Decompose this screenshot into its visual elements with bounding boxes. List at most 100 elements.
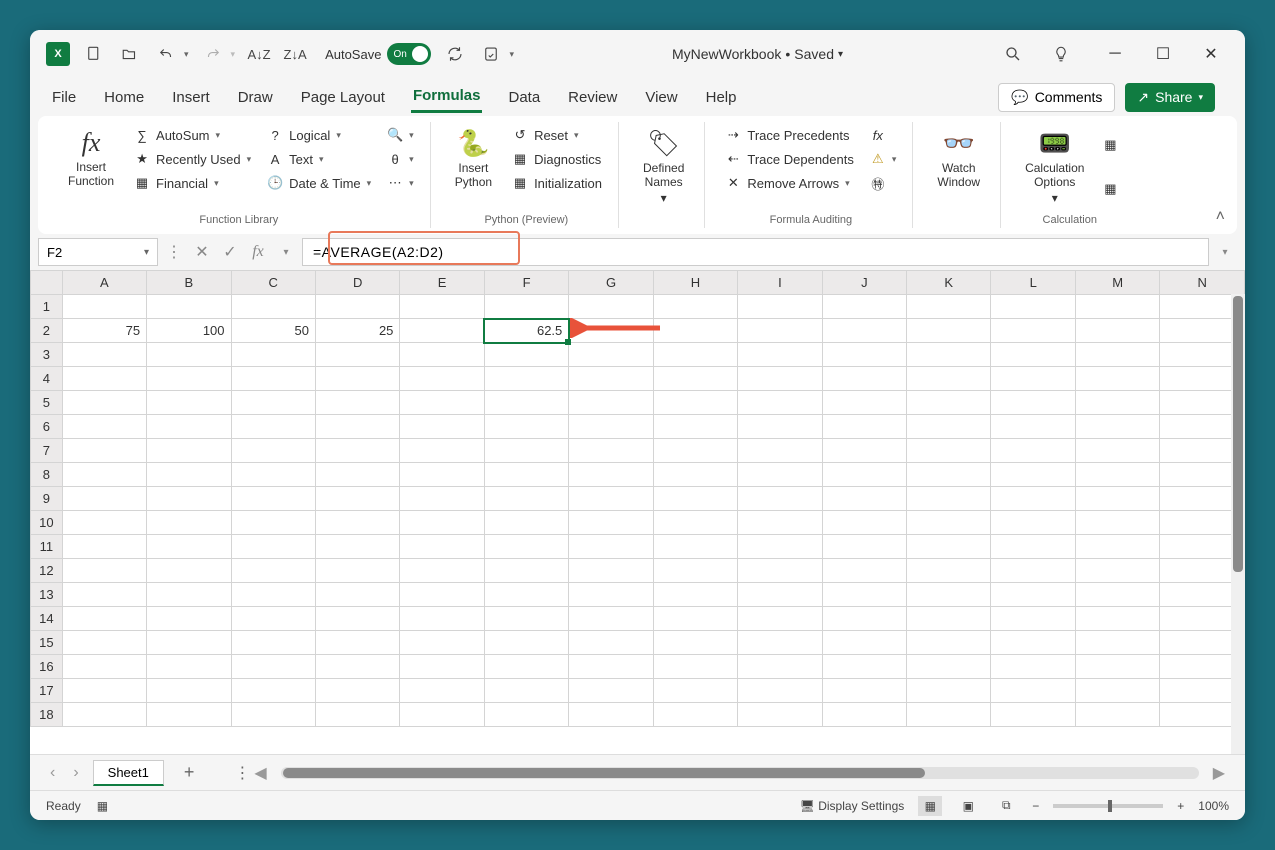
cell-G4[interactable]	[569, 367, 653, 391]
cell-A8[interactable]	[62, 463, 146, 487]
tab-page-layout[interactable]: Page Layout	[299, 83, 387, 112]
cell-D11[interactable]	[315, 535, 399, 559]
cell-B17[interactable]	[147, 679, 231, 703]
more-functions-button[interactable]: ⋯▾	[383, 172, 418, 194]
cell-M5[interactable]	[1075, 391, 1159, 415]
cell-K10[interactable]	[907, 511, 991, 535]
cell-G9[interactable]	[569, 487, 653, 511]
show-formulas-button[interactable]: fx	[866, 124, 901, 146]
financial-button[interactable]: ▦Financial▾	[130, 172, 255, 194]
row-header-3[interactable]: 3	[31, 343, 63, 367]
trace-dependents-button[interactable]: ⇠Trace Dependents	[721, 148, 857, 170]
cell-E3[interactable]	[400, 343, 484, 367]
cell-F16[interactable]	[484, 655, 568, 679]
cell-E16[interactable]	[400, 655, 484, 679]
cell-C3[interactable]	[231, 343, 315, 367]
row-header-9[interactable]: 9	[31, 487, 63, 511]
cell-F7[interactable]	[484, 439, 568, 463]
cell-E8[interactable]	[400, 463, 484, 487]
redo-icon[interactable]	[201, 42, 225, 66]
cell-F5[interactable]	[484, 391, 568, 415]
cell-C12[interactable]	[231, 559, 315, 583]
logical-button[interactable]: ?Logical▾	[263, 124, 375, 146]
cell-M6[interactable]	[1075, 415, 1159, 439]
cell-M4[interactable]	[1075, 367, 1159, 391]
cell-K18[interactable]	[907, 703, 991, 727]
horizontal-scrollbar[interactable]	[281, 767, 1199, 779]
cell-A5[interactable]	[62, 391, 146, 415]
autosave-toggle[interactable]: AutoSave On	[325, 43, 431, 65]
calculation-options-button[interactable]: 📟 Calculation Options▾	[1017, 124, 1092, 210]
cell-B8[interactable]	[147, 463, 231, 487]
cell-L1[interactable]	[991, 295, 1075, 319]
minimize-button[interactable]: ─	[1097, 40, 1133, 68]
cell-B4[interactable]	[147, 367, 231, 391]
new-file-icon[interactable]	[82, 42, 106, 66]
lookup-button[interactable]: 🔍▾	[383, 124, 418, 146]
col-header-G[interactable]: G	[569, 271, 653, 295]
view-normal-icon[interactable]: ▦	[918, 796, 942, 816]
cell-M12[interactable]	[1075, 559, 1159, 583]
row-header-12[interactable]: 12	[31, 559, 63, 583]
cell-L14[interactable]	[991, 607, 1075, 631]
cell-D4[interactable]	[315, 367, 399, 391]
cell-D5[interactable]	[315, 391, 399, 415]
col-header-M[interactable]: M	[1075, 271, 1159, 295]
row-header-18[interactable]: 18	[31, 703, 63, 727]
cell-F2[interactable]: 62.5	[484, 319, 568, 343]
cell-G10[interactable]	[569, 511, 653, 535]
cell-H16[interactable]	[653, 655, 737, 679]
cell-L17[interactable]	[991, 679, 1075, 703]
refresh-icon[interactable]	[443, 42, 467, 66]
cell-H15[interactable]	[653, 631, 737, 655]
cell-L8[interactable]	[991, 463, 1075, 487]
cell-B14[interactable]	[147, 607, 231, 631]
cell-C9[interactable]	[231, 487, 315, 511]
cell-L13[interactable]	[991, 583, 1075, 607]
cell-C6[interactable]	[231, 415, 315, 439]
cell-H12[interactable]	[653, 559, 737, 583]
cell-D15[interactable]	[315, 631, 399, 655]
sheet-prev-icon[interactable]: ‹	[46, 764, 59, 782]
cell-D8[interactable]	[315, 463, 399, 487]
tab-file[interactable]: File	[50, 83, 78, 112]
cell-C17[interactable]	[231, 679, 315, 703]
cell-H6[interactable]	[653, 415, 737, 439]
cell-I18[interactable]	[738, 703, 822, 727]
cell-I10[interactable]	[738, 511, 822, 535]
row-header-15[interactable]: 15	[31, 631, 63, 655]
row-header-11[interactable]: 11	[31, 535, 63, 559]
cell-E7[interactable]	[400, 439, 484, 463]
cell-M13[interactable]	[1075, 583, 1159, 607]
cell-G1[interactable]	[569, 295, 653, 319]
fx-dropdown-icon[interactable]: ▾	[274, 240, 298, 264]
cell-B18[interactable]	[147, 703, 231, 727]
math-button[interactable]: θ▾	[383, 148, 418, 170]
cell-K13[interactable]	[907, 583, 991, 607]
cell-A11[interactable]	[62, 535, 146, 559]
cell-J14[interactable]	[822, 607, 906, 631]
cell-B12[interactable]	[147, 559, 231, 583]
cell-B10[interactable]	[147, 511, 231, 535]
diagnostics-button[interactable]: ▦Diagnostics	[508, 148, 606, 170]
cell-D17[interactable]	[315, 679, 399, 703]
cell-E2[interactable]	[400, 319, 484, 343]
enter-formula-icon[interactable]: ✓	[218, 240, 242, 264]
cell-K17[interactable]	[907, 679, 991, 703]
cell-G2[interactable]	[569, 319, 653, 343]
cell-K16[interactable]	[907, 655, 991, 679]
evaluate-button[interactable]: ㊕	[866, 172, 901, 194]
cell-H2[interactable]	[653, 319, 737, 343]
cell-C4[interactable]	[231, 367, 315, 391]
cell-B6[interactable]	[147, 415, 231, 439]
cell-F9[interactable]	[484, 487, 568, 511]
cell-M3[interactable]	[1075, 343, 1159, 367]
cell-A7[interactable]	[62, 439, 146, 463]
cell-L18[interactable]	[991, 703, 1075, 727]
cell-K4[interactable]	[907, 367, 991, 391]
accessibility-icon[interactable]: ▦	[97, 799, 108, 813]
cell-J8[interactable]	[822, 463, 906, 487]
cell-A15[interactable]	[62, 631, 146, 655]
cell-K8[interactable]	[907, 463, 991, 487]
tab-home[interactable]: Home	[102, 83, 146, 112]
